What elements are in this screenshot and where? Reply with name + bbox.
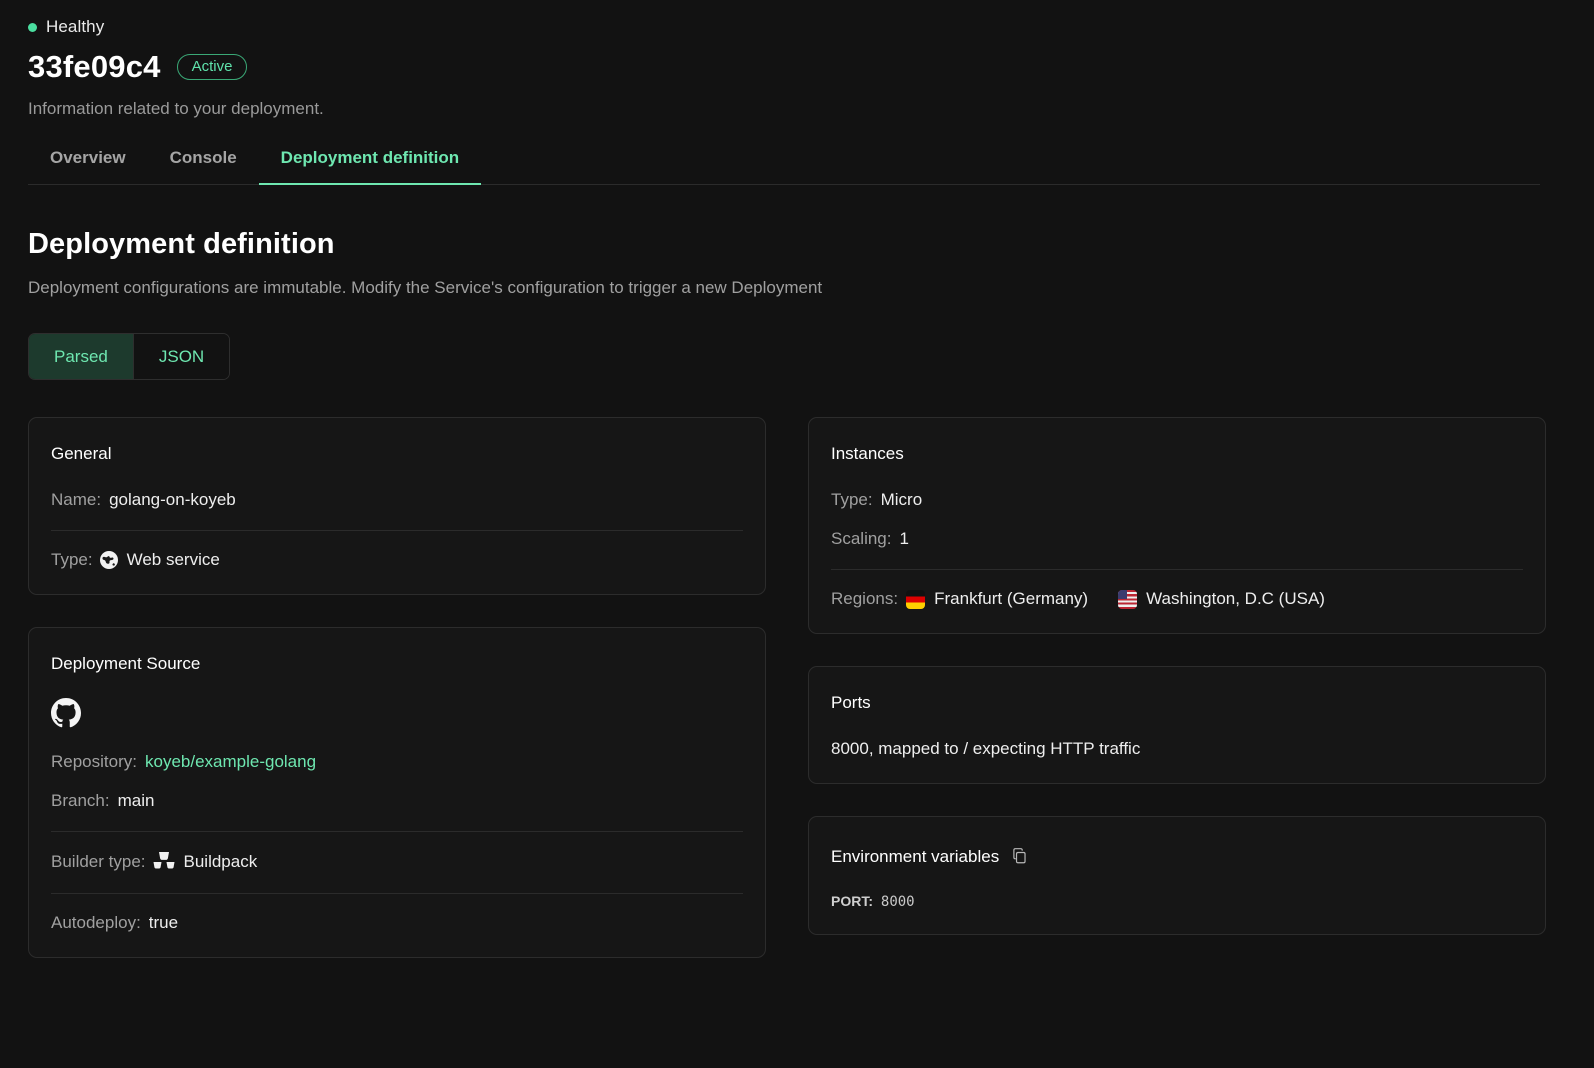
right-column: Instances Type: Micro Scaling: 1 Regions… (808, 417, 1546, 935)
autodeploy-label: Autodeploy: (51, 913, 141, 933)
deployment-source-title: Deployment Source (51, 650, 743, 674)
general-type-label: Type: (51, 550, 93, 570)
autodeploy-value: true (149, 913, 178, 933)
instance-type-row: Type: Micro (831, 464, 1523, 510)
toggle-parsed[interactable]: Parsed (29, 334, 133, 379)
general-card-title: General (51, 440, 743, 464)
branch-label: Branch: (51, 791, 110, 811)
tab-console[interactable]: Console (148, 148, 259, 185)
deployment-source-card: Deployment Source Repository: koyeb/exam… (28, 627, 766, 958)
repository-row: Repository: koyeb/example-golang (51, 733, 743, 772)
general-type-value: Web service (127, 550, 220, 570)
status-badge: Active (177, 54, 248, 80)
autodeploy-row: Autodeploy: true (51, 894, 743, 933)
regions-row: Regions: Frankfurt (Germany) Washington,… (831, 570, 1523, 609)
builder-label: Builder type: (51, 852, 146, 872)
status-label: Healthy (46, 17, 104, 37)
general-card: General Name: golang-on-koyeb Type: (28, 417, 766, 595)
builder-row: Builder type: Buildpack (51, 832, 743, 873)
instances-card: Instances Type: Micro Scaling: 1 Regions… (808, 417, 1546, 634)
branch-row: Branch: main (51, 772, 743, 811)
environment-variables-card: Environment variables PORT: 8000 (808, 816, 1546, 935)
general-name-value: golang-on-koyeb (109, 490, 236, 510)
instance-type-label: Type: (831, 490, 873, 510)
env-card-title: Environment variables (831, 843, 999, 867)
view-mode-toggle: Parsed JSON (28, 333, 230, 380)
repository-link[interactable]: koyeb/example-golang (145, 752, 316, 772)
deployment-status: Healthy (28, 0, 1566, 37)
source-provider-row (51, 674, 743, 733)
definition-columns: General Name: golang-on-koyeb Type: (28, 417, 1566, 958)
ports-card-title: Ports (831, 689, 1523, 713)
tab-deployment-definition[interactable]: Deployment definition (259, 148, 482, 185)
flag-usa-icon (1118, 590, 1137, 609)
toggle-json[interactable]: JSON (133, 334, 229, 379)
github-icon (51, 715, 81, 732)
tab-overview[interactable]: Overview (28, 148, 148, 185)
general-type-row: Type: Web service (51, 531, 743, 570)
region-frankfurt: Frankfurt (Germany) (906, 589, 1088, 609)
copy-icon[interactable] (1011, 847, 1028, 864)
flag-germany-icon (906, 590, 925, 609)
section-description: Deployment configurations are immutable.… (28, 278, 1566, 298)
general-name-row: Name: golang-on-koyeb (51, 464, 743, 510)
ports-value: 8000, mapped to / expecting HTTP traffic (831, 713, 1523, 759)
env-var-row: PORT: 8000 (831, 867, 1523, 910)
left-column: General Name: golang-on-koyeb Type: (28, 417, 766, 958)
ports-card: Ports 8000, mapped to / expecting HTTP t… (808, 666, 1546, 784)
env-var-value: 8000 (881, 894, 915, 910)
repository-label: Repository: (51, 752, 137, 772)
builder-value: Buildpack (184, 852, 258, 872)
page-title-row: 33fe09c4 Active (28, 49, 1566, 85)
region-washington: Washington, D.C (USA) (1118, 589, 1325, 609)
instance-type-value: Micro (881, 490, 923, 510)
regions-label: Regions: (831, 589, 898, 609)
instance-scaling-row: Scaling: 1 (831, 510, 1523, 549)
page-subtitle: Information related to your deployment. (28, 99, 1566, 119)
region-washington-label: Washington, D.C (USA) (1146, 589, 1325, 609)
branch-value: main (118, 791, 155, 811)
buildpack-icon (152, 851, 176, 873)
instances-card-title: Instances (831, 440, 1523, 464)
region-frankfurt-label: Frankfurt (Germany) (934, 589, 1088, 609)
instance-scaling-label: Scaling: (831, 529, 891, 549)
env-var-key: PORT: (831, 893, 873, 909)
status-dot-icon (28, 23, 37, 32)
tab-bar: Overview Console Deployment definition (28, 148, 1540, 185)
deployment-definition-page: Healthy 33fe09c4 Active Information rela… (0, 0, 1594, 1068)
env-card-header: Environment variables (831, 839, 1523, 867)
page-title: 33fe09c4 (28, 49, 161, 85)
globe-icon (99, 550, 119, 570)
section-title: Deployment definition (28, 228, 1566, 261)
instance-scaling-value: 1 (899, 529, 908, 549)
general-name-label: Name: (51, 490, 101, 510)
